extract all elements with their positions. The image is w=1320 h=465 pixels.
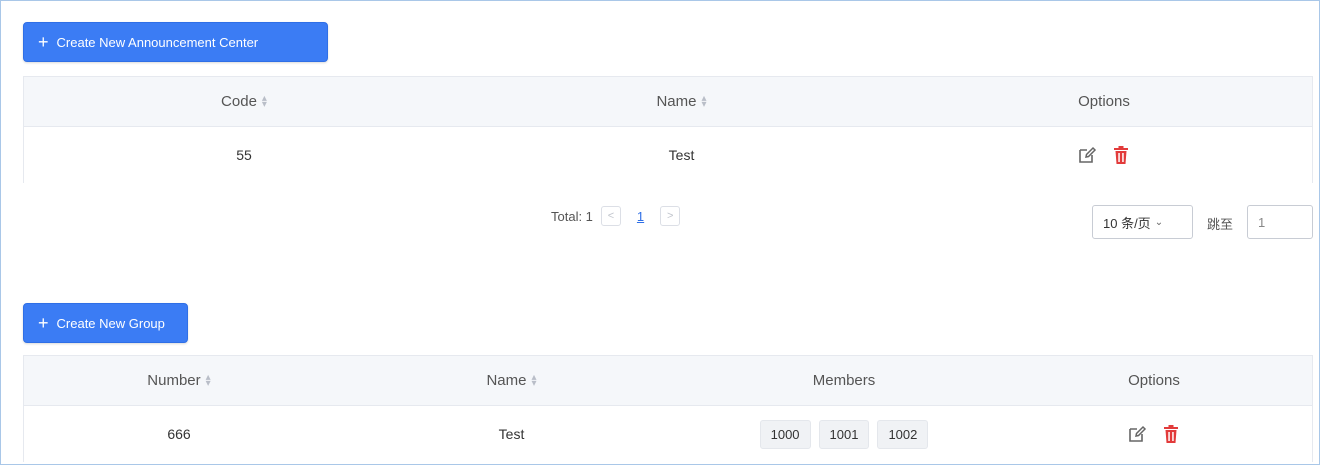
column-name[interactable]: Name ▴ ▾ xyxy=(334,356,689,405)
group-table-header: Number ▴ ▾ Name ▴ ▾ Members Options xyxy=(24,356,1312,406)
sort-icon[interactable]: ▴ ▾ xyxy=(206,372,211,388)
trash-icon[interactable] xyxy=(1161,424,1181,444)
row-name: Test xyxy=(668,147,695,163)
jump-to-label: 跳至 xyxy=(1207,217,1234,232)
create-announcement-center-button[interactable]: + Create New Announcement Center xyxy=(23,22,328,62)
page-size-value: 10 条/页 xyxy=(1103,215,1151,231)
row-code: 55 xyxy=(236,147,252,163)
column-options: Options xyxy=(999,356,1309,405)
table-row: 55 Test xyxy=(24,127,1312,183)
sort-icon[interactable]: ▴ ▾ xyxy=(531,372,536,388)
announcement-table: Code ▴ ▾ Name ▴ ▾ Options 55 Test xyxy=(23,76,1313,183)
column-options-label: Options xyxy=(1078,93,1130,110)
column-name-label: Name xyxy=(486,372,527,389)
column-code-label: Code xyxy=(221,93,257,110)
member-tag: 1000 xyxy=(759,419,811,449)
member-tag: 1002 xyxy=(877,419,929,449)
page-size-select[interactable]: 10 条/页 ⌄ xyxy=(1092,205,1193,239)
page-frame: + Create New Announcement Center Code ▴ ▾… xyxy=(0,0,1320,465)
table-row: 666 Test 1000 1001 1002 xyxy=(24,406,1312,462)
create-group-button[interactable]: + Create New Group xyxy=(23,303,188,343)
row-options xyxy=(899,127,1309,183)
announcement-table-header: Code ▴ ▾ Name ▴ ▾ Options xyxy=(24,77,1312,127)
create-announcement-center-label: Create New Announcement Center xyxy=(56,34,259,50)
row-members: 1000 1001 1002 xyxy=(689,406,999,462)
pagination-total: Total: 1 xyxy=(551,208,593,224)
edit-icon[interactable] xyxy=(1127,424,1147,444)
sort-icon[interactable]: ▴ ▾ xyxy=(262,93,267,109)
column-members: Members xyxy=(689,356,999,405)
pagination: Total: 1 < 1 > xyxy=(551,206,681,226)
row-name: Test xyxy=(498,426,525,442)
member-tag: 1001 xyxy=(818,419,870,449)
chevron-down-icon: ⌄ xyxy=(1154,216,1164,228)
plus-icon: + xyxy=(38,32,49,52)
column-number-label: Number xyxy=(147,372,201,389)
prev-page-button[interactable]: < xyxy=(600,206,621,226)
column-options-label: Options xyxy=(1128,372,1180,389)
trash-icon[interactable] xyxy=(1111,145,1131,165)
column-number[interactable]: Number ▴ ▾ xyxy=(24,356,334,405)
row-options xyxy=(999,406,1309,462)
jump-to-page-input[interactable] xyxy=(1247,205,1313,239)
column-code[interactable]: Code ▴ ▾ xyxy=(24,77,464,126)
group-table: Number ▴ ▾ Name ▴ ▾ Members Options 666 Te… xyxy=(23,355,1313,462)
row-number: 666 xyxy=(167,426,191,442)
sort-icon[interactable]: ▴ ▾ xyxy=(701,93,706,109)
plus-icon: + xyxy=(38,313,49,333)
edit-icon[interactable] xyxy=(1077,145,1097,165)
column-name[interactable]: Name ▴ ▾ xyxy=(464,77,899,126)
column-options: Options xyxy=(899,77,1309,126)
create-group-label: Create New Group xyxy=(56,315,165,331)
next-page-button[interactable]: > xyxy=(660,206,681,226)
column-members-label: Members xyxy=(812,372,876,389)
column-name-label: Name xyxy=(656,93,697,110)
page-number[interactable]: 1 xyxy=(629,209,652,224)
